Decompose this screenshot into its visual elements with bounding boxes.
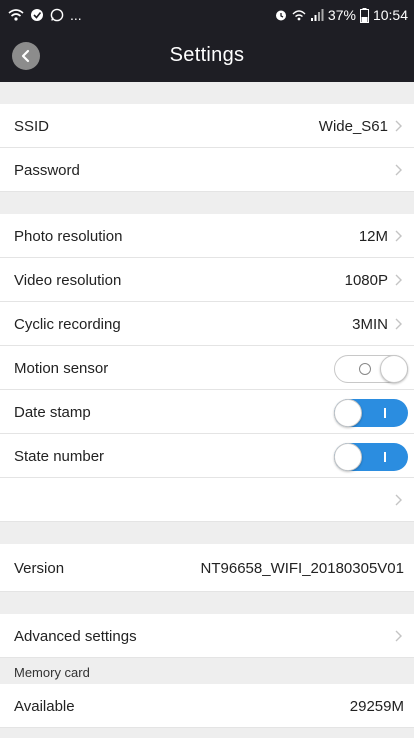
state-number-label: State number <box>14 448 105 465</box>
shield-icon <box>31 9 43 21</box>
battery-icon <box>359 7 369 23</box>
ssid-label: SSID <box>14 118 50 135</box>
clock-time: 10:54 <box>372 7 408 23</box>
toggle-off-mark <box>359 363 371 375</box>
wifi-signal-icon <box>292 10 306 21</box>
memory-card-header: Memory card <box>0 658 414 684</box>
whatsapp-icon <box>50 8 64 22</box>
chevron-right-icon <box>395 164 402 176</box>
cyclic-recording-label: Cyclic recording <box>14 316 121 333</box>
battery-percent: 37% <box>327 7 356 23</box>
photo-resolution-value: 12M <box>358 228 388 245</box>
settings-list: SSID Wide_S61 Password Photo resolution … <box>0 82 414 728</box>
date-stamp-toggle[interactable] <box>334 399 408 427</box>
chevron-right-icon <box>395 494 402 506</box>
advanced-settings-row[interactable]: Advanced settings <box>0 614 414 658</box>
available-label: Available <box>14 698 75 715</box>
motion-sensor-toggle[interactable] <box>334 355 408 383</box>
cyclic-recording-value: 3MIN <box>352 316 388 333</box>
status-left-icons: ... <box>8 6 82 24</box>
advanced-settings-label: Advanced settings <box>14 628 137 645</box>
section-divider <box>0 82 414 104</box>
section-divider <box>0 192 414 214</box>
photo-resolution-label: Photo resolution <box>14 228 123 245</box>
password-label: Password <box>14 162 80 179</box>
version-row: Version NT96658_WIFI_20180305V01 <box>0 544 414 592</box>
toggle-knob <box>334 399 362 427</box>
wifi-icon <box>8 9 24 21</box>
date-stamp-row: Date stamp <box>0 390 414 434</box>
available-row: Available 29259M <box>0 684 414 728</box>
chevron-right-icon <box>395 120 402 132</box>
video-resolution-row[interactable]: Video resolution 1080P <box>0 258 414 302</box>
status-right-icons: 37% 10:54 <box>274 6 408 24</box>
status-bar: ... 37% 10:54 <box>0 0 414 30</box>
password-row[interactable]: Password <box>0 148 414 192</box>
version-value: NT96658_WIFI_20180305V01 <box>200 560 404 577</box>
more-icon: ... <box>70 7 82 23</box>
nav-bar: Settings <box>0 30 414 82</box>
section-divider <box>0 592 414 614</box>
memory-card-section-label: Memory card <box>14 665 90 680</box>
toggle-knob <box>380 355 408 383</box>
ssid-value: Wide_S61 <box>318 118 388 135</box>
alarm-icon <box>275 10 286 21</box>
empty-row[interactable] <box>0 478 414 522</box>
chevron-right-icon <box>395 274 402 286</box>
photo-resolution-row[interactable]: Photo resolution 12M <box>0 214 414 258</box>
chevron-right-icon <box>395 318 402 330</box>
toggle-knob <box>334 443 362 471</box>
cell-signal-icon <box>310 9 324 21</box>
cyclic-recording-row[interactable]: Cyclic recording 3MIN <box>0 302 414 346</box>
motion-sensor-row: Motion sensor <box>0 346 414 390</box>
toggle-on-mark <box>384 408 386 418</box>
date-stamp-label: Date stamp <box>14 404 91 421</box>
section-divider <box>0 522 414 544</box>
motion-sensor-label: Motion sensor <box>14 360 109 377</box>
page-title: Settings <box>169 44 245 66</box>
available-value: 29259M <box>349 698 404 715</box>
chevron-right-icon <box>395 630 402 642</box>
chevron-right-icon <box>395 230 402 242</box>
version-label: Version <box>14 560 65 577</box>
state-number-row: State number <box>0 434 414 478</box>
toggle-on-mark <box>384 452 386 462</box>
video-resolution-label: Video resolution <box>14 272 122 289</box>
ssid-row[interactable]: SSID Wide_S61 <box>0 104 414 148</box>
video-resolution-value: 1080P <box>344 272 388 289</box>
state-number-toggle[interactable] <box>334 443 408 471</box>
